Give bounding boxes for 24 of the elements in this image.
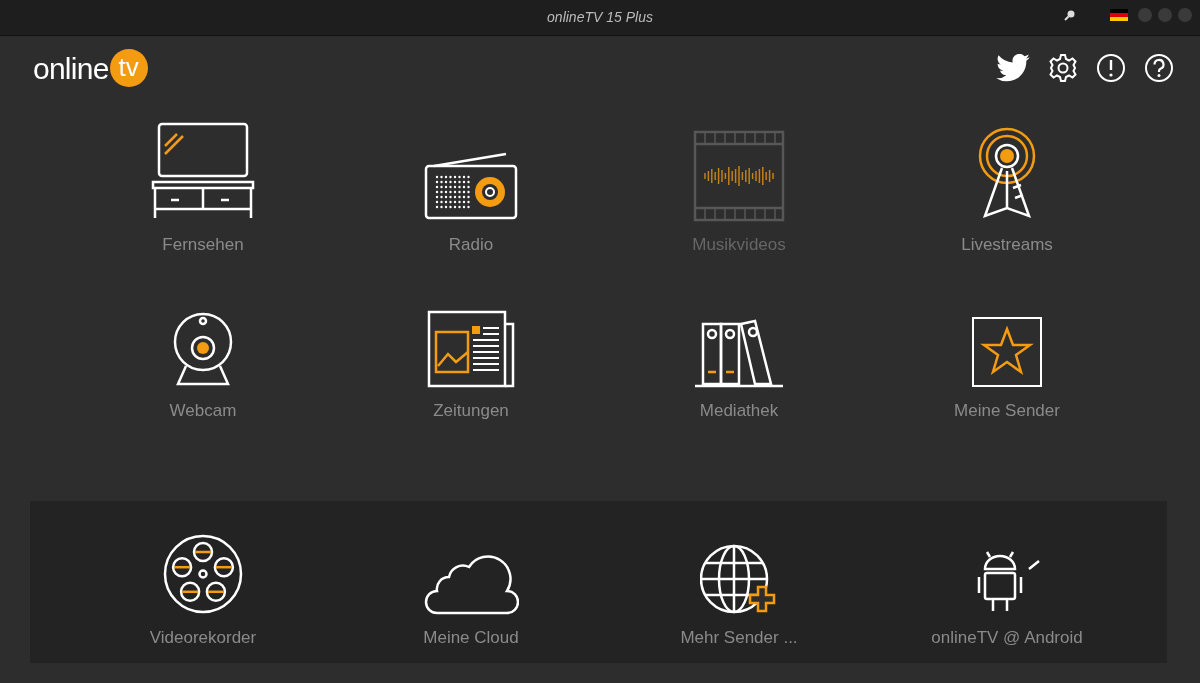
help-icon[interactable] [1144, 53, 1174, 83]
tile-label[interactable]: Zeitungen [433, 397, 509, 423]
window-title: onlineTV 15 Plus [547, 8, 653, 27]
tile-label[interactable]: Mediathek [699, 397, 779, 423]
magnifier-icon[interactable] [1064, 9, 1076, 21]
flag-icon[interactable] [1110, 9, 1128, 21]
film-reel-icon [162, 533, 244, 615]
info-icon[interactable] [1096, 53, 1126, 83]
bird-icon[interactable] [996, 54, 1030, 82]
tile-label[interactable]: Meine Cloud [423, 625, 519, 651]
tile-label[interactable]: Videorekorder [149, 625, 257, 651]
radio-icon [424, 152, 518, 222]
globe-plus-icon [700, 543, 778, 615]
logo: online tv [33, 45, 148, 91]
tile-label[interactable]: Meine Sender [954, 397, 1060, 423]
settings-icon[interactable] [1048, 53, 1078, 83]
tile-label[interactable]: Webcam [169, 397, 237, 423]
tile-label[interactable]: Livestreams [961, 232, 1053, 258]
tile-label[interactable]: Radio [448, 232, 494, 258]
cloud-icon [423, 553, 519, 615]
tile-label[interactable]: onlineTV @ Android [931, 625, 1083, 651]
tile-label[interactable]: Fernsehen [162, 232, 244, 258]
tile-label[interactable]: Mehr Sender ... [680, 625, 798, 651]
newspaper-icon [427, 309, 515, 388]
